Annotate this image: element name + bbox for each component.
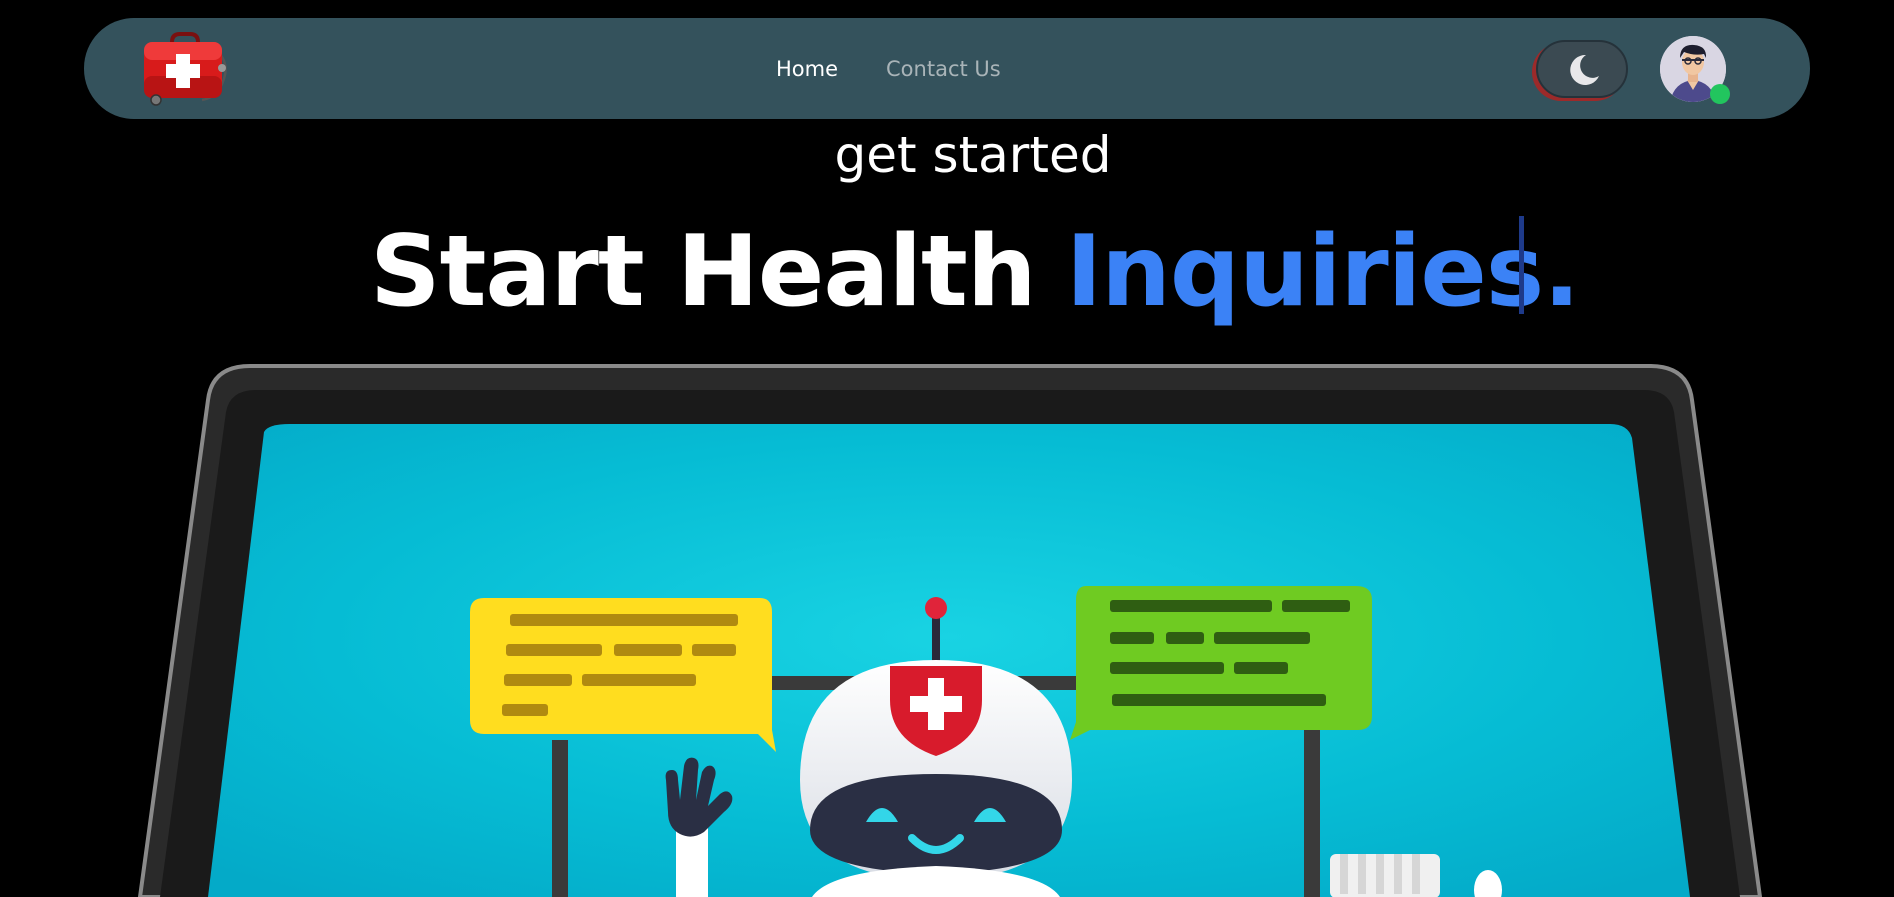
user-avatar[interactable] — [1660, 36, 1730, 104]
typing-caret — [1519, 216, 1524, 314]
headline-part-1: Start Health — [370, 215, 1037, 329]
nav-contact-link[interactable]: Contact Us — [886, 57, 1001, 81]
chatbot-illustration — [0, 360, 1894, 897]
hero-headline: Start Health Inquiries. — [370, 212, 1581, 332]
online-status-dot — [1710, 84, 1730, 104]
nav-links: Home Contact Us — [776, 18, 1001, 119]
hero-subtitle: get started — [834, 126, 1112, 184]
nav-home-link[interactable]: Home — [776, 57, 838, 81]
moon-icon — [1570, 54, 1599, 85]
navbar: Home Contact Us — [84, 18, 1810, 119]
medical-kit-icon[interactable] — [142, 32, 228, 106]
page: Home Contact Us get started Start Health… — [0, 0, 1894, 897]
theme-toggle-button[interactable] — [1536, 40, 1628, 98]
headline-part-2: Inquiries. — [1065, 215, 1581, 329]
